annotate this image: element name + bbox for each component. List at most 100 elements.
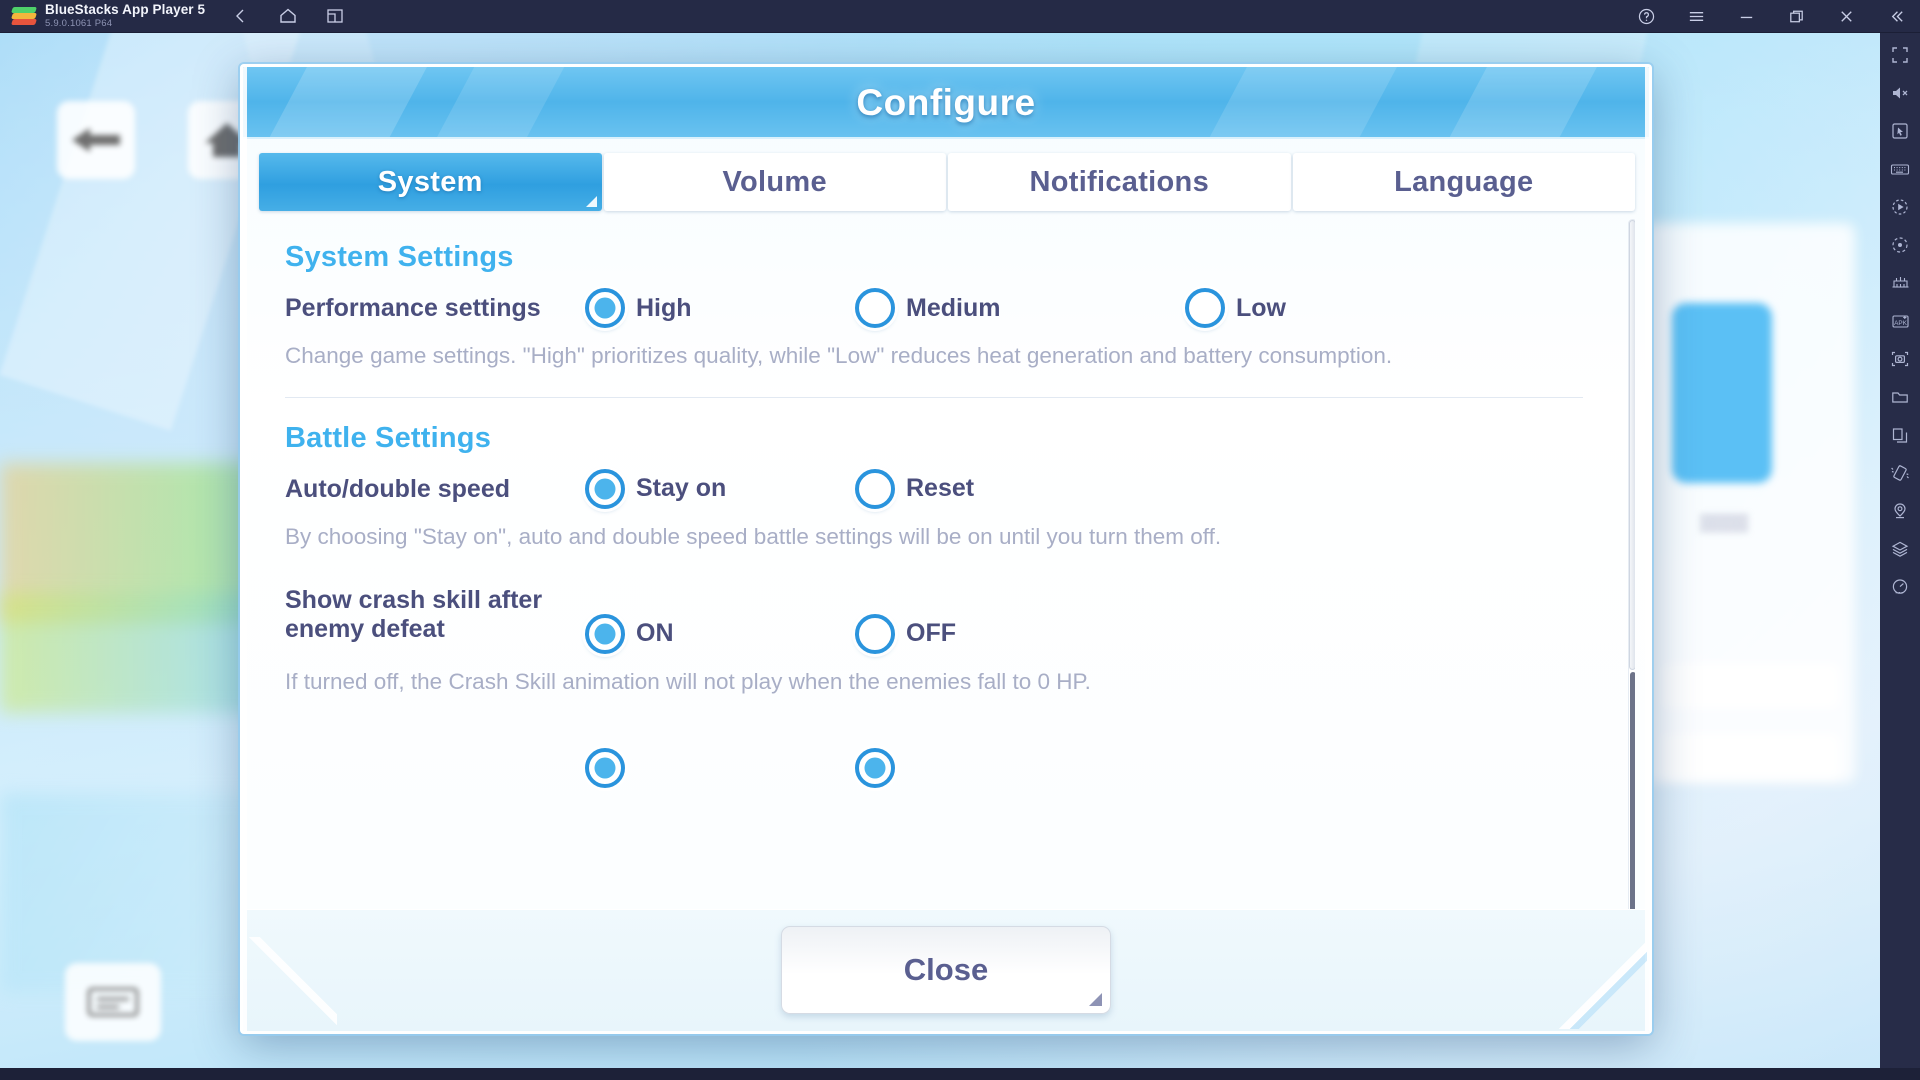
setting-description-performance: Change game settings. "High" prioritizes… — [285, 343, 1393, 368]
radio-medium-label: Medium — [906, 293, 1001, 322]
setting-row-partial-next — [285, 742, 1583, 789]
dialog-body: System Settings Performance settings Hig… — [259, 217, 1635, 977]
app-title-block: BlueStacks App Player 5 5.9.0.1061 P64 — [45, 1, 206, 30]
multi-window-icon[interactable] — [325, 6, 345, 26]
radio-partial-a-icon[interactable] — [585, 748, 625, 789]
media-manager-icon[interactable] — [1888, 385, 1912, 409]
menu-icon[interactable] — [1686, 7, 1706, 27]
macro-recorder-icon[interactable] — [1888, 195, 1912, 219]
tool-sidebar: APK — [1880, 33, 1920, 1080]
bluestacks-window: BlueStacks App Player 5 5.9.0.1061 P64 ▒… — [0, 0, 1920, 1080]
radio-on-icon[interactable] — [585, 613, 625, 654]
title-bar: BlueStacks App Player 5 5.9.0.1061 P64 — [0, 0, 1920, 33]
radio-option-reset[interactable]: Reset — [855, 468, 975, 509]
radio-option-partial-a[interactable] — [585, 748, 855, 789]
help-icon[interactable] — [1636, 7, 1656, 27]
tab-volume-label: Volume — [722, 165, 827, 198]
collapse-icon[interactable] — [1886, 7, 1906, 27]
setting-row-auto-speed: Auto/double speed Stay on Reset — [285, 467, 1583, 509]
radio-off-icon[interactable] — [855, 613, 895, 654]
app-title: BlueStacks App Player 5 — [45, 1, 206, 17]
section-heading-system: System Settings — [285, 241, 514, 273]
radio-option-off[interactable]: OFF — [855, 613, 956, 654]
radio-stay-on-label: Stay on — [636, 474, 727, 503]
setting-row-performance: Performance settings High Medium Low — [285, 286, 1583, 328]
tab-language[interactable]: Language — [1292, 153, 1635, 211]
bg-row — [1660, 733, 1840, 779]
svg-text:APK: APK — [1894, 320, 1908, 327]
back-arrow-icon[interactable] — [231, 6, 251, 26]
radio-group-partial — [585, 746, 1583, 789]
radio-partial-b-icon[interactable] — [855, 748, 895, 789]
minimize-icon[interactable] — [1736, 7, 1756, 27]
copy-instance-icon[interactable] — [1888, 423, 1912, 447]
multi-instance-icon[interactable] — [1888, 271, 1912, 295]
screenshot-icon[interactable] — [1888, 347, 1912, 371]
settings-scroll-area: System Settings Performance settings Hig… — [259, 217, 1609, 977]
radio-reset-icon[interactable] — [855, 468, 895, 509]
keyboard-controls-icon[interactable] — [1888, 157, 1912, 181]
layers-icon[interactable] — [1888, 537, 1912, 561]
setting-row-crash-skill: Show crash skill after enemy defeat ON O… — [285, 586, 1583, 654]
cursor-icon[interactable] — [1888, 119, 1912, 143]
bg-back-button-icon — [57, 101, 135, 179]
radio-group-crash-skill: ON OFF — [585, 586, 1583, 654]
section-heading-battle: Battle Settings — [285, 421, 492, 454]
scrollbar[interactable] — [1628, 219, 1635, 973]
dialog-edge-left — [243, 67, 247, 1031]
radio-high-label: High — [636, 293, 692, 322]
radio-stay-on-icon[interactable] — [585, 468, 625, 509]
radio-option-high[interactable]: High — [585, 288, 855, 328]
radio-option-low[interactable]: Low — [1185, 288, 1286, 328]
performance-icon[interactable] — [1888, 575, 1912, 599]
bg-button — [65, 963, 161, 1041]
radio-group-performance: High Medium Low — [585, 286, 1583, 328]
radio-on-label: ON — [636, 619, 674, 648]
window-controls — [1636, 0, 1906, 33]
bg-row — [1660, 663, 1840, 709]
setting-label-auto-speed: Auto/double speed — [285, 474, 510, 503]
setting-description-crash-skill: If turned off, the Crash Skill animation… — [285, 668, 1091, 694]
title-bar-nav — [231, 6, 345, 26]
radio-group-auto-speed: Stay on Reset — [585, 467, 1583, 509]
install-apk-icon[interactable]: APK — [1888, 309, 1912, 333]
close-button-corner-accent — [1089, 993, 1102, 1006]
tab-language-label: Language — [1394, 165, 1534, 198]
radio-option-stay-on[interactable]: Stay on — [585, 468, 855, 509]
configure-dialog: Configure System Volume Notifications La… — [240, 64, 1652, 1034]
close-icon[interactable] — [1836, 7, 1856, 27]
home-icon[interactable] — [278, 6, 298, 26]
app-version: 5.9.0.1061 P64 — [45, 18, 113, 30]
tab-system[interactable]: System — [259, 153, 602, 211]
bg-app-icon — [1672, 303, 1772, 483]
dialog-title: Configure — [856, 82, 1036, 123]
bluestacks-logo-icon — [11, 4, 37, 28]
windows-taskbar — [0, 1068, 1920, 1080]
radio-option-partial-b[interactable] — [855, 748, 895, 789]
fullscreen-icon[interactable] — [1888, 43, 1912, 67]
tab-notifications[interactable]: Notifications — [948, 153, 1291, 211]
close-button[interactable]: Close — [781, 926, 1111, 1014]
dialog-header: Configure — [243, 67, 1649, 139]
radio-reset-label: Reset — [906, 474, 975, 503]
setting-label-performance: Performance settings — [285, 294, 541, 322]
radio-option-on[interactable]: ON — [585, 613, 855, 654]
tab-volume[interactable]: Volume — [603, 153, 946, 211]
tab-notifications-label: Notifications — [1029, 165, 1209, 198]
radio-medium-icon[interactable] — [855, 288, 895, 328]
radio-low-icon[interactable] — [1185, 288, 1225, 328]
maximize-icon[interactable] — [1786, 7, 1806, 27]
tab-system-label: System — [377, 165, 483, 198]
setting-label-crash-skill: Show crash skill after enemy defeat — [285, 585, 543, 644]
scrollbar-thumb[interactable] — [1629, 220, 1635, 670]
close-button-label: Close — [903, 952, 989, 987]
location-icon[interactable] — [1888, 499, 1912, 523]
setting-description-auto-speed: By choosing "Stay on", auto and double s… — [285, 523, 1222, 549]
shake-icon[interactable] — [1888, 461, 1912, 485]
radio-option-medium[interactable]: Medium — [855, 288, 1185, 328]
mute-icon[interactable] — [1888, 81, 1912, 105]
tab-bar: System Volume Notifications Language — [259, 153, 1635, 211]
dialog-edge-right — [1645, 67, 1649, 1031]
radio-high-icon[interactable] — [585, 288, 625, 328]
script-icon[interactable] — [1888, 233, 1912, 257]
